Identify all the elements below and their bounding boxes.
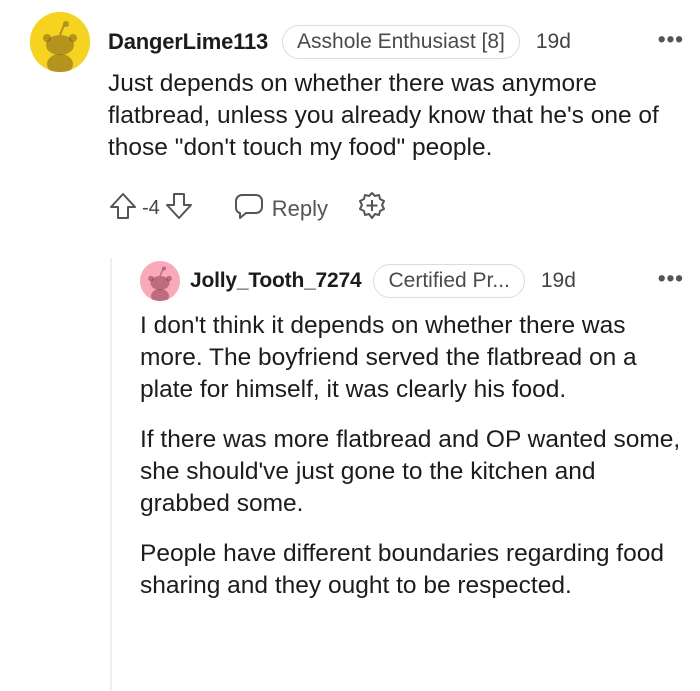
comment-paragraph: People have different boundaries regardi… [140,540,664,599]
thread-line[interactable] [110,258,112,691]
upvote-icon[interactable] [108,191,138,226]
comment-body: I don't think it depends on whether ther… [140,310,690,602]
snoo-avatar-icon [30,12,90,72]
more-options-icon[interactable]: ••• [658,26,684,52]
comment-paragraph: If there was more flatbread and OP wante… [140,426,681,517]
downvote-icon[interactable] [164,191,194,226]
comment-icon [234,192,272,226]
comment: DangerLime113 Asshole Enthusiast [8] 19d… [30,12,690,227]
comment-age[interactable]: 19d [541,269,576,293]
comment-thread: DangerLime113 Asshole Enthusiast [8] 19d… [0,0,700,691]
vote-score: -4 [142,197,160,219]
reply-comment: Jolly_Tooth_7274 Certified Pr... 19d •••… [140,258,690,620]
username[interactable]: DangerLime113 [108,29,268,55]
user-flair: Certified Pr... [373,264,525,298]
award-button[interactable] [356,190,388,227]
comment-actions: -4 Reply [108,190,690,227]
vote-controls: -4 [108,191,194,226]
avatar[interactable] [140,261,180,301]
avatar[interactable] [30,12,90,72]
snoo-avatar-icon [140,261,180,301]
comment-header: Jolly_Tooth_7274 Certified Pr... 19d ••• [140,258,690,304]
comment-paragraph: I don't think it depends on whether ther… [140,312,637,403]
more-options-icon[interactable]: ••• [658,265,684,291]
comment-header: DangerLime113 Asshole Enthusiast [8] 19d… [30,12,690,72]
comment-age[interactable]: 19d [536,30,571,54]
reply-button[interactable]: Reply [234,192,328,226]
user-flair: Asshole Enthusiast [8] [282,25,520,59]
reply-label: Reply [271,195,329,221]
username[interactable]: Jolly_Tooth_7274 [190,269,362,293]
comment-body: Just depends on whether there was anymor… [108,70,659,161]
award-icon [356,190,388,227]
